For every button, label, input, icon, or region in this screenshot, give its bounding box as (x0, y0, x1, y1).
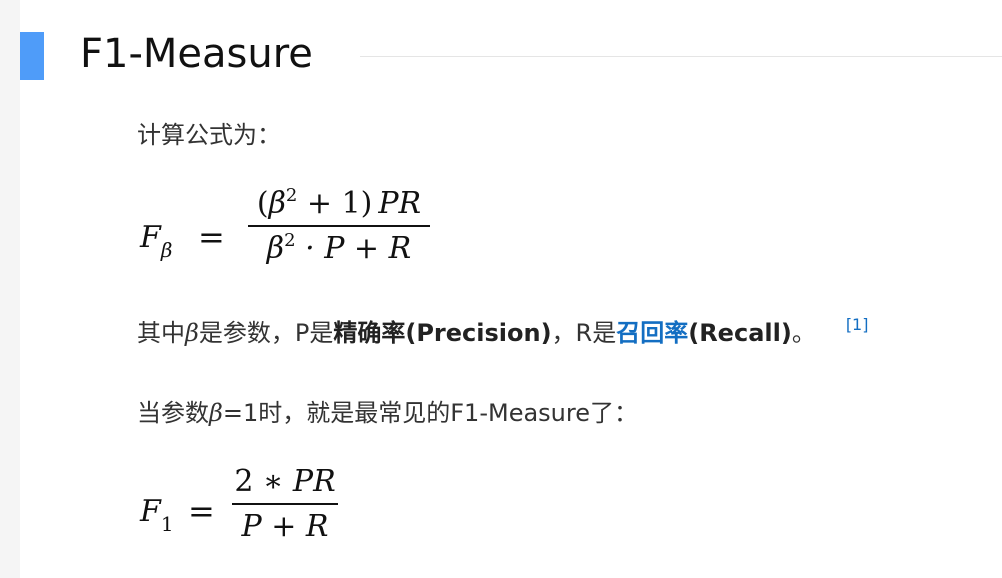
formula2-equals: = (188, 492, 215, 530)
formula1-den-rest: · P + R (295, 231, 412, 266)
formula1-fraction: (β2 + 1) PR β2 · P + R (248, 185, 430, 266)
article-page: F1-Measure 计算公式为： Fβ = (β2 + 1) PR β2 · … (20, 0, 1002, 578)
sentence2-rest: =1时，就是最常见的F1-Measure了： (222, 399, 638, 427)
formula1-lhs-sub: β (160, 238, 173, 262)
sentence1-mid2: ，R是 (551, 319, 617, 347)
intro-text: 计算公式为： (137, 121, 281, 149)
sentence2-prefix: 当参数 (137, 399, 209, 427)
formula2-numerator: 2 ∗ PR (232, 464, 338, 499)
formula1-num-plus-one: + 1 (297, 186, 361, 221)
formula1-den-exp: 2 (284, 230, 296, 251)
formula1-paren-open: ( (256, 186, 269, 221)
formula-f-beta: Fβ = (β2 + 1) PR β2 · P + R (140, 185, 460, 286)
formula1-numerator: (β2 + 1) PR (248, 185, 430, 221)
formula1-num-pr: PR (378, 186, 422, 221)
formula1-denominator: β2 · P + R (248, 230, 430, 266)
formula2-lhs-base: F (140, 494, 161, 529)
formula1-equals: = (198, 218, 225, 256)
recall-link[interactable]: 召回率 (616, 319, 688, 347)
formula1-num-beta: β (268, 186, 286, 221)
section-heading: F1-Measure (20, 28, 1002, 82)
formula2-num-pr: PR (292, 464, 336, 499)
sentence1-end: 。 (791, 319, 816, 347)
formula2-num-two: 2 (234, 464, 254, 499)
formula1-fraction-bar (248, 225, 430, 227)
definition-sentence: 其中β是参数，P是精确率(Precision)，R是召回率(Recall)。 [1… (137, 315, 869, 348)
formula1-paren-close: ) (360, 186, 373, 221)
heading-accent-bar (20, 32, 44, 80)
formula2-denominator: P + R (241, 509, 329, 544)
formula2-lhs-sub: 1 (160, 512, 174, 536)
recall-term: (Recall) (688, 319, 792, 347)
formula2-fraction-bar (232, 503, 338, 505)
precision-term: 精确率(Precision) (333, 319, 552, 347)
section-title: F1-Measure (80, 28, 329, 80)
heading-divider (360, 56, 1002, 57)
sentence1-prefix: 其中 (137, 319, 185, 347)
sentence2-beta: β (209, 399, 223, 427)
reference-link[interactable]: [1] (846, 315, 869, 334)
formula2-lhs: F1 (140, 494, 174, 536)
sentence1-beta: β (185, 319, 199, 347)
formula1-den-beta: β (266, 231, 285, 266)
formula1-lhs: Fβ (140, 220, 172, 262)
f1-sentence: 当参数β=1时，就是最常见的F1-Measure了： (137, 398, 638, 428)
sentence1-mid1: 是参数，P是 (198, 319, 334, 347)
formula2-fraction: 2 ∗ PR P + R (232, 464, 338, 544)
formula2-num-star: ∗ (253, 464, 293, 499)
formula1-num-exp: 2 (285, 185, 298, 206)
formula-f1: F1 = 2 ∗ PR P + R (140, 464, 400, 554)
formula1-lhs-base: F (140, 220, 161, 255)
